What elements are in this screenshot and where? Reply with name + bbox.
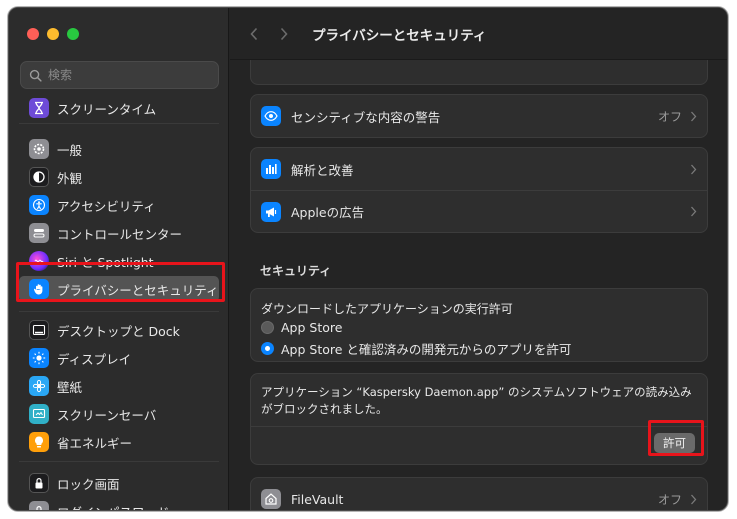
card-download-permission: ダウンロードしたアプリケーションの実行許可 App Store App Stor… bbox=[250, 288, 708, 362]
sidebar-item-label: アクセシビリティ bbox=[57, 198, 156, 214]
sidebar-item-label: プライバシーとセキュリティ bbox=[57, 282, 219, 298]
settings-window: スクリーンタイム 一般 外観 アクセシビリティ bbox=[8, 7, 728, 511]
zoom-window-button[interactable] bbox=[67, 28, 79, 40]
login-lock-icon bbox=[29, 501, 49, 510]
row-label: FileVault bbox=[291, 491, 344, 507]
sidebar-divider bbox=[19, 311, 219, 312]
lock-icon bbox=[29, 473, 49, 493]
sun-icon bbox=[29, 348, 49, 368]
sidebar-item-label: デスクトップと Dock bbox=[57, 323, 180, 339]
control-center-icon bbox=[29, 223, 49, 243]
gear-icon bbox=[29, 139, 49, 159]
chart-icon bbox=[261, 159, 281, 179]
radio-label: App Store と確認済みの開発元からのアプリを許可 bbox=[281, 342, 572, 357]
chevron-right-icon bbox=[280, 27, 288, 40]
page-title: プライバシーとセキュリティ bbox=[312, 27, 487, 44]
sidebar-item-label: 一般 bbox=[57, 142, 83, 158]
sidebar-item-label: コントロールセンター bbox=[57, 226, 183, 242]
search-input[interactable] bbox=[48, 68, 208, 82]
row-label: 解析と改善 bbox=[291, 162, 354, 178]
sidebar-item-login-password[interactable]: ログインパスワード bbox=[19, 498, 219, 511]
card-partial bbox=[250, 60, 708, 85]
sidebar-divider bbox=[19, 461, 219, 462]
sidebar-item-label: 省エネルギー bbox=[57, 435, 133, 451]
sidebar-item-control-center[interactable]: コントロールセンター bbox=[19, 220, 219, 246]
radio-button-selected[interactable] bbox=[261, 342, 274, 355]
sidebar-item-label: スクリーンセーバ bbox=[57, 407, 157, 423]
sidebar-item-label: 壁紙 bbox=[57, 379, 83, 395]
sidebar-item-desktop-dock[interactable]: デスクトップと Dock bbox=[19, 317, 219, 343]
wallpaper-icon bbox=[29, 376, 49, 396]
screensaver-icon bbox=[29, 404, 49, 424]
minimize-window-button[interactable] bbox=[47, 28, 59, 40]
dock-icon bbox=[29, 320, 49, 340]
accessibility-icon bbox=[29, 195, 49, 215]
chevron-right-icon bbox=[690, 111, 697, 122]
sidebar-list: スクリーンタイム 一般 外観 アクセシビリティ コントロールセンター Siri … bbox=[9, 91, 229, 511]
radio-app-store-identified[interactable]: App Store と確認済みの開発元からのアプリを許可 bbox=[261, 339, 571, 358]
card-divider bbox=[251, 426, 707, 427]
sidebar-item-screen-time[interactable]: スクリーンタイム bbox=[19, 95, 219, 121]
close-window-button[interactable] bbox=[27, 28, 39, 40]
section-title-security: セキュリティ bbox=[260, 264, 332, 278]
sidebar-item-screen-saver[interactable]: スクリーンセーバ bbox=[19, 401, 219, 427]
row-label: センシティブな内容の警告 bbox=[291, 109, 441, 125]
card-blocked-extension: アプリケーション “Kaspersky Daemon.app” のシステムソフト… bbox=[250, 373, 708, 465]
allow-button[interactable]: 許可 bbox=[654, 433, 695, 453]
main-pane: プライバシーとセキュリティ センシティブな内容の警告 オフ 解析と改善 Appl… bbox=[230, 8, 727, 510]
bulb-icon bbox=[29, 432, 49, 452]
sidebar-item-label: ロック画面 bbox=[57, 476, 120, 492]
sidebar: スクリーンタイム 一般 外観 アクセシビリティ bbox=[9, 8, 229, 510]
megaphone-icon bbox=[261, 201, 281, 222]
sidebar-item-appearance[interactable]: 外観 bbox=[19, 164, 219, 190]
sidebar-item-accessibility[interactable]: アクセシビリティ bbox=[19, 192, 219, 218]
sidebar-item-displays[interactable]: ディスプレイ bbox=[19, 345, 219, 371]
radio-app-store[interactable]: App Store bbox=[261, 320, 342, 335]
card-analytics-ads: 解析と改善 Appleの広告 bbox=[250, 147, 708, 233]
chevron-right-icon bbox=[690, 206, 697, 217]
sidebar-item-label: スクリーンタイム bbox=[57, 101, 157, 117]
sidebar-divider bbox=[19, 123, 219, 124]
search-box[interactable] bbox=[20, 61, 219, 89]
radio-button[interactable] bbox=[261, 321, 274, 334]
filevault-icon bbox=[261, 489, 281, 509]
row-analytics[interactable]: 解析と改善 bbox=[251, 148, 707, 190]
row-label: Appleの広告 bbox=[291, 205, 365, 220]
download-permission-title: ダウンロードしたアプリケーションの実行許可 bbox=[261, 302, 513, 316]
hourglass-icon bbox=[29, 98, 49, 118]
chevron-left-icon bbox=[250, 27, 258, 40]
siri-icon bbox=[29, 251, 49, 271]
chevron-right-icon bbox=[690, 164, 697, 175]
row-apple-ads[interactable]: Appleの広告 bbox=[251, 190, 707, 232]
row-filevault[interactable]: FileVault オフ bbox=[251, 478, 707, 510]
sidebar-item-siri-spotlight[interactable]: Siri と Spotlight bbox=[19, 248, 219, 274]
sidebar-item-energy-saver[interactable]: 省エネルギー bbox=[19, 429, 219, 455]
sidebar-item-label: ディスプレイ bbox=[57, 351, 132, 367]
forward-button[interactable] bbox=[274, 24, 294, 44]
sidebar-item-label: Siri と Spotlight bbox=[57, 254, 154, 270]
eye-warning-icon bbox=[261, 106, 281, 126]
blocked-message: アプリケーション “Kaspersky Daemon.app” のシステムソフト… bbox=[261, 385, 692, 416]
sidebar-item-wallpaper[interactable]: 壁紙 bbox=[19, 373, 219, 399]
card-filevault: FileVault オフ bbox=[250, 477, 708, 510]
row-value: オフ bbox=[657, 109, 682, 124]
toolbar: プライバシーとセキュリティ bbox=[230, 8, 727, 60]
appearance-icon bbox=[29, 167, 49, 187]
sidebar-item-label: 外観 bbox=[57, 170, 83, 186]
hand-icon bbox=[29, 279, 49, 299]
radio-label: App Store bbox=[281, 320, 343, 335]
back-button[interactable] bbox=[244, 24, 264, 44]
row-value: オフ bbox=[657, 492, 682, 507]
sidebar-item-general[interactable]: 一般 bbox=[19, 136, 219, 162]
card-sensitive-content: センシティブな内容の警告 オフ bbox=[250, 94, 708, 138]
chevron-right-icon bbox=[690, 494, 697, 505]
sidebar-item-label: ログインパスワード bbox=[57, 502, 170, 511]
traffic-lights bbox=[27, 28, 79, 40]
sidebar-item-lock-screen[interactable]: ロック画面 bbox=[19, 470, 219, 496]
sidebar-item-privacy-security[interactable]: プライバシーとセキュリティ bbox=[19, 276, 219, 302]
settings-content: センシティブな内容の警告 オフ 解析と改善 Appleの広告 セキュリティ ダウ… bbox=[230, 60, 727, 510]
row-sensitive-content[interactable]: センシティブな内容の警告 オフ bbox=[251, 95, 707, 137]
search-icon bbox=[29, 69, 42, 82]
